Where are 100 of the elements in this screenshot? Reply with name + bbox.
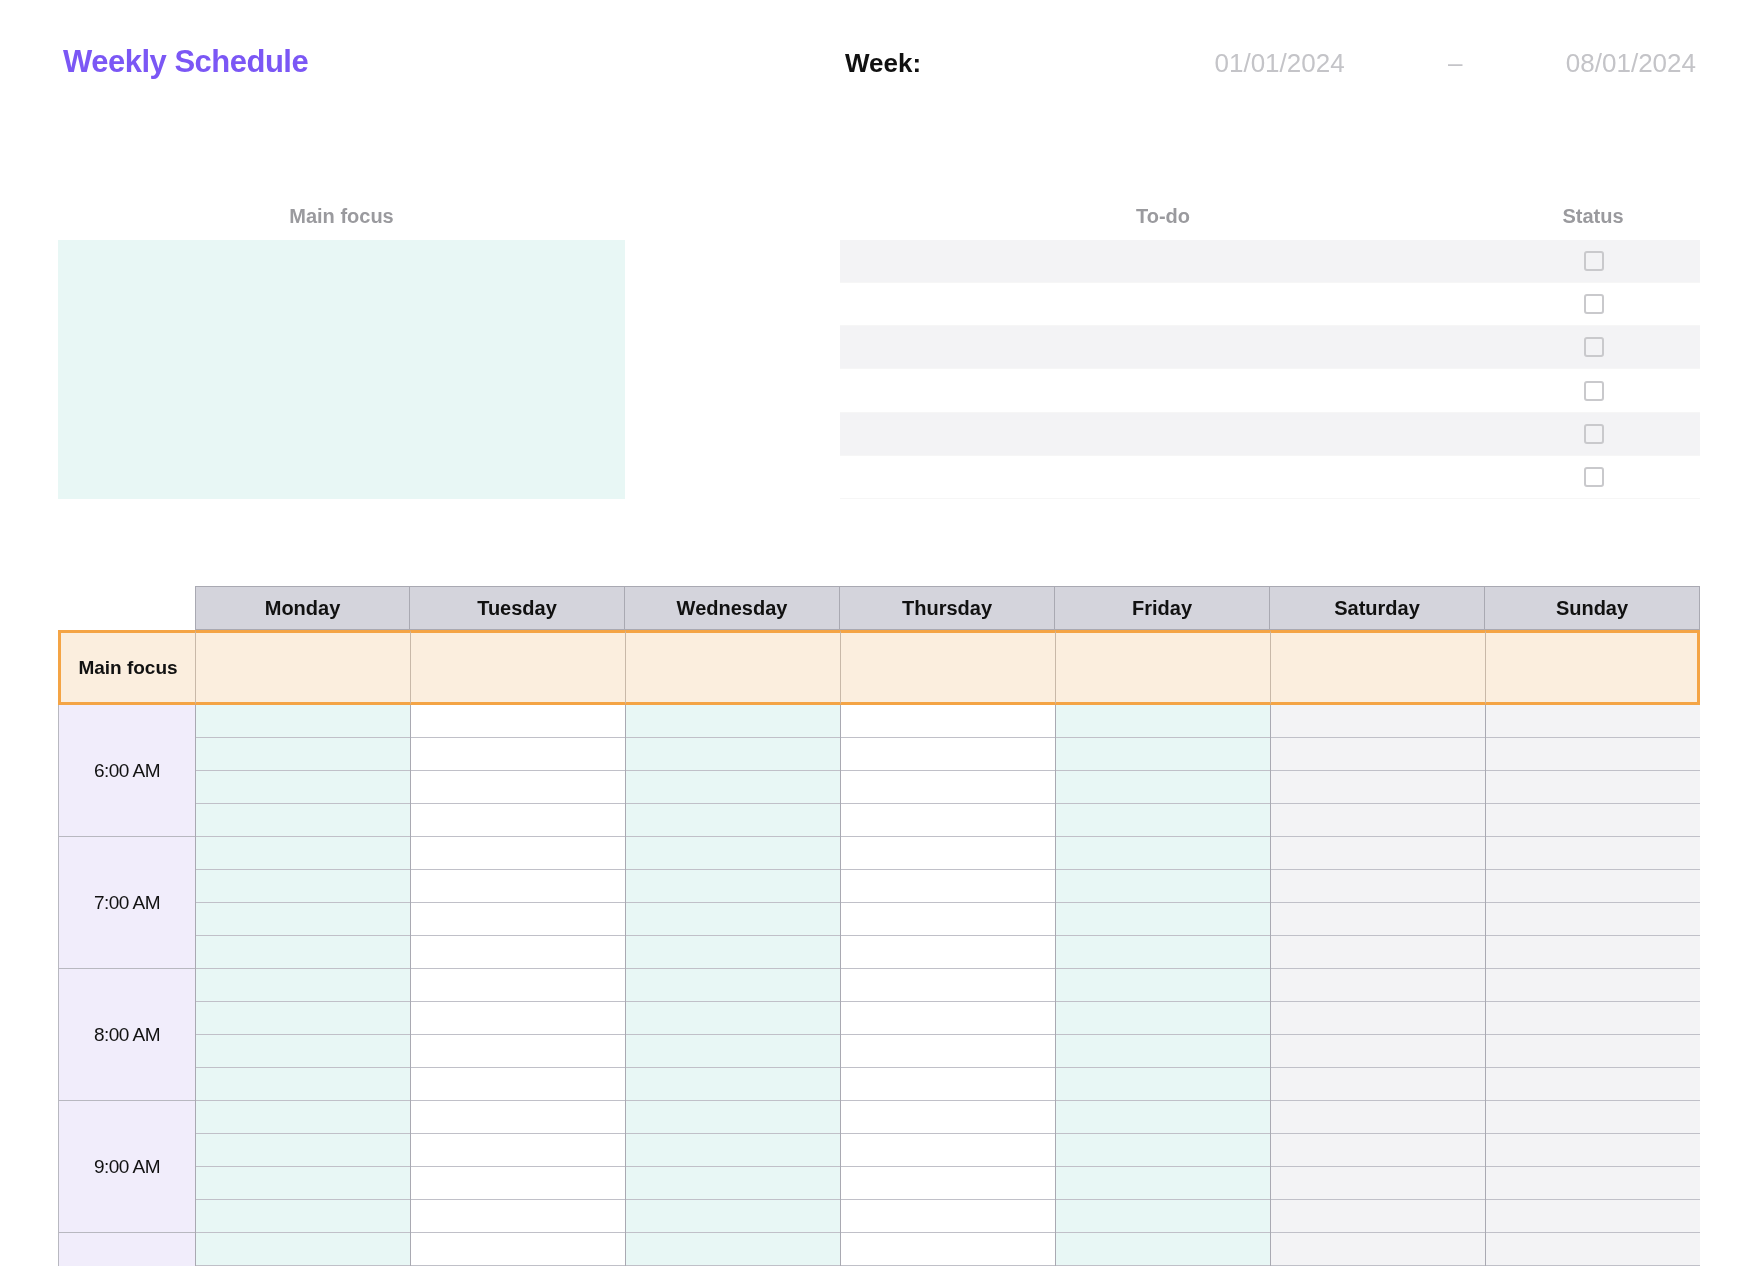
table-cell[interactable] xyxy=(1486,738,1700,771)
table-cell[interactable] xyxy=(196,837,410,870)
table-cell[interactable] xyxy=(1056,1068,1270,1101)
table-cell[interactable] xyxy=(1486,1167,1700,1200)
table-cell[interactable] xyxy=(1056,1233,1270,1266)
table-cell[interactable] xyxy=(1271,771,1485,804)
table-cell[interactable] xyxy=(1271,870,1485,903)
table-cell[interactable] xyxy=(1486,1134,1700,1167)
table-cell[interactable] xyxy=(625,630,840,705)
table-cell[interactable] xyxy=(1486,1002,1700,1035)
table-cell[interactable] xyxy=(626,1167,840,1200)
table-cell[interactable] xyxy=(1271,705,1485,738)
table-cell[interactable] xyxy=(1486,969,1700,1002)
table-cell[interactable] xyxy=(1486,804,1700,837)
table-cell[interactable] xyxy=(1486,771,1700,804)
table-cell[interactable] xyxy=(1271,1002,1485,1035)
table-cell[interactable] xyxy=(1271,1167,1485,1200)
table-cell[interactable] xyxy=(196,705,410,738)
table-cell[interactable] xyxy=(1055,630,1270,705)
table-cell[interactable] xyxy=(626,804,840,837)
table-cell[interactable] xyxy=(196,1101,410,1134)
table-cell[interactable] xyxy=(1271,837,1485,870)
table-cell[interactable] xyxy=(1271,738,1485,771)
table-cell[interactable] xyxy=(626,903,840,936)
table-cell[interactable] xyxy=(1056,738,1270,771)
table-cell[interactable] xyxy=(1485,630,1700,705)
table-cell[interactable] xyxy=(196,1035,410,1068)
table-cell[interactable] xyxy=(1486,903,1700,936)
table-cell[interactable] xyxy=(196,1167,410,1200)
table-cell[interactable] xyxy=(626,837,840,870)
table-cell[interactable] xyxy=(626,1035,840,1068)
status-checkbox[interactable] xyxy=(1584,337,1604,358)
table-cell[interactable] xyxy=(196,870,410,903)
table-cell[interactable] xyxy=(1056,936,1270,969)
table-cell[interactable] xyxy=(1270,630,1485,705)
table-cell[interactable] xyxy=(196,804,410,837)
table-cell[interactable] xyxy=(1486,1035,1700,1068)
table-cell[interactable] xyxy=(196,936,410,969)
table-cell[interactable] xyxy=(196,1002,410,1035)
table-cell[interactable] xyxy=(1056,969,1270,1002)
table-cell[interactable] xyxy=(1271,1101,1485,1134)
table-cell[interactable] xyxy=(626,936,840,969)
todo-row[interactable] xyxy=(840,412,1700,456)
table-cell[interactable] xyxy=(195,630,410,705)
table-cell[interactable] xyxy=(410,630,625,705)
table-cell[interactable] xyxy=(1056,1101,1270,1134)
table-cell[interactable] xyxy=(1271,1134,1485,1167)
table-cell[interactable] xyxy=(196,969,410,1002)
table-cell[interactable] xyxy=(1271,1068,1485,1101)
table-cell[interactable] xyxy=(1486,870,1700,903)
table-cell[interactable] xyxy=(1271,1233,1485,1266)
table-cell[interactable] xyxy=(1271,1035,1485,1068)
table-cell[interactable] xyxy=(1056,870,1270,903)
table-cell[interactable] xyxy=(196,1068,410,1101)
table-cell[interactable] xyxy=(1056,837,1270,870)
table-cell[interactable] xyxy=(1271,903,1485,936)
table-cell[interactable] xyxy=(196,738,410,771)
table-cell[interactable] xyxy=(840,630,1055,705)
table-cell[interactable] xyxy=(1486,1233,1700,1266)
table-cell[interactable] xyxy=(1056,1167,1270,1200)
status-checkbox[interactable] xyxy=(1584,251,1604,272)
table-cell[interactable] xyxy=(1486,1101,1700,1134)
table-cell[interactable] xyxy=(1056,903,1270,936)
table-cell[interactable] xyxy=(1486,1200,1700,1233)
table-cell[interactable] xyxy=(626,1002,840,1035)
table-cell[interactable] xyxy=(626,1200,840,1233)
table-cell[interactable] xyxy=(626,771,840,804)
table-cell[interactable] xyxy=(626,1101,840,1134)
table-cell[interactable] xyxy=(1056,1200,1270,1233)
table-cell[interactable] xyxy=(1056,1002,1270,1035)
table-cell[interactable] xyxy=(626,1068,840,1101)
table-cell[interactable] xyxy=(196,1134,410,1167)
status-checkbox[interactable] xyxy=(1584,294,1604,315)
table-cell[interactable] xyxy=(1056,1134,1270,1167)
table-cell[interactable] xyxy=(196,1200,410,1233)
table-cell[interactable] xyxy=(626,969,840,1002)
status-checkbox[interactable] xyxy=(1584,466,1604,487)
table-cell[interactable] xyxy=(626,1233,840,1266)
table-cell[interactable] xyxy=(626,705,840,738)
table-cell[interactable] xyxy=(1056,705,1270,738)
table-cell[interactable] xyxy=(626,738,840,771)
table-cell[interactable] xyxy=(1486,1068,1700,1101)
todo-row[interactable] xyxy=(840,240,1700,284)
table-cell[interactable] xyxy=(196,903,410,936)
table-cell[interactable] xyxy=(1056,771,1270,804)
table-cell[interactable] xyxy=(1486,705,1700,738)
table-cell[interactable] xyxy=(626,1134,840,1167)
table-cell[interactable] xyxy=(1486,936,1700,969)
table-cell[interactable] xyxy=(1056,804,1270,837)
todo-row[interactable] xyxy=(840,326,1700,370)
status-checkbox[interactable] xyxy=(1584,423,1604,444)
table-cell[interactable] xyxy=(1271,1200,1485,1233)
table-cell[interactable] xyxy=(1056,1035,1270,1068)
status-checkbox[interactable] xyxy=(1584,380,1604,401)
table-cell[interactable] xyxy=(196,1233,410,1266)
table-cell[interactable] xyxy=(1271,936,1485,969)
table-cell[interactable] xyxy=(1271,804,1485,837)
table-cell[interactable] xyxy=(196,771,410,804)
table-cell[interactable] xyxy=(1271,969,1485,1002)
table-cell[interactable] xyxy=(626,870,840,903)
